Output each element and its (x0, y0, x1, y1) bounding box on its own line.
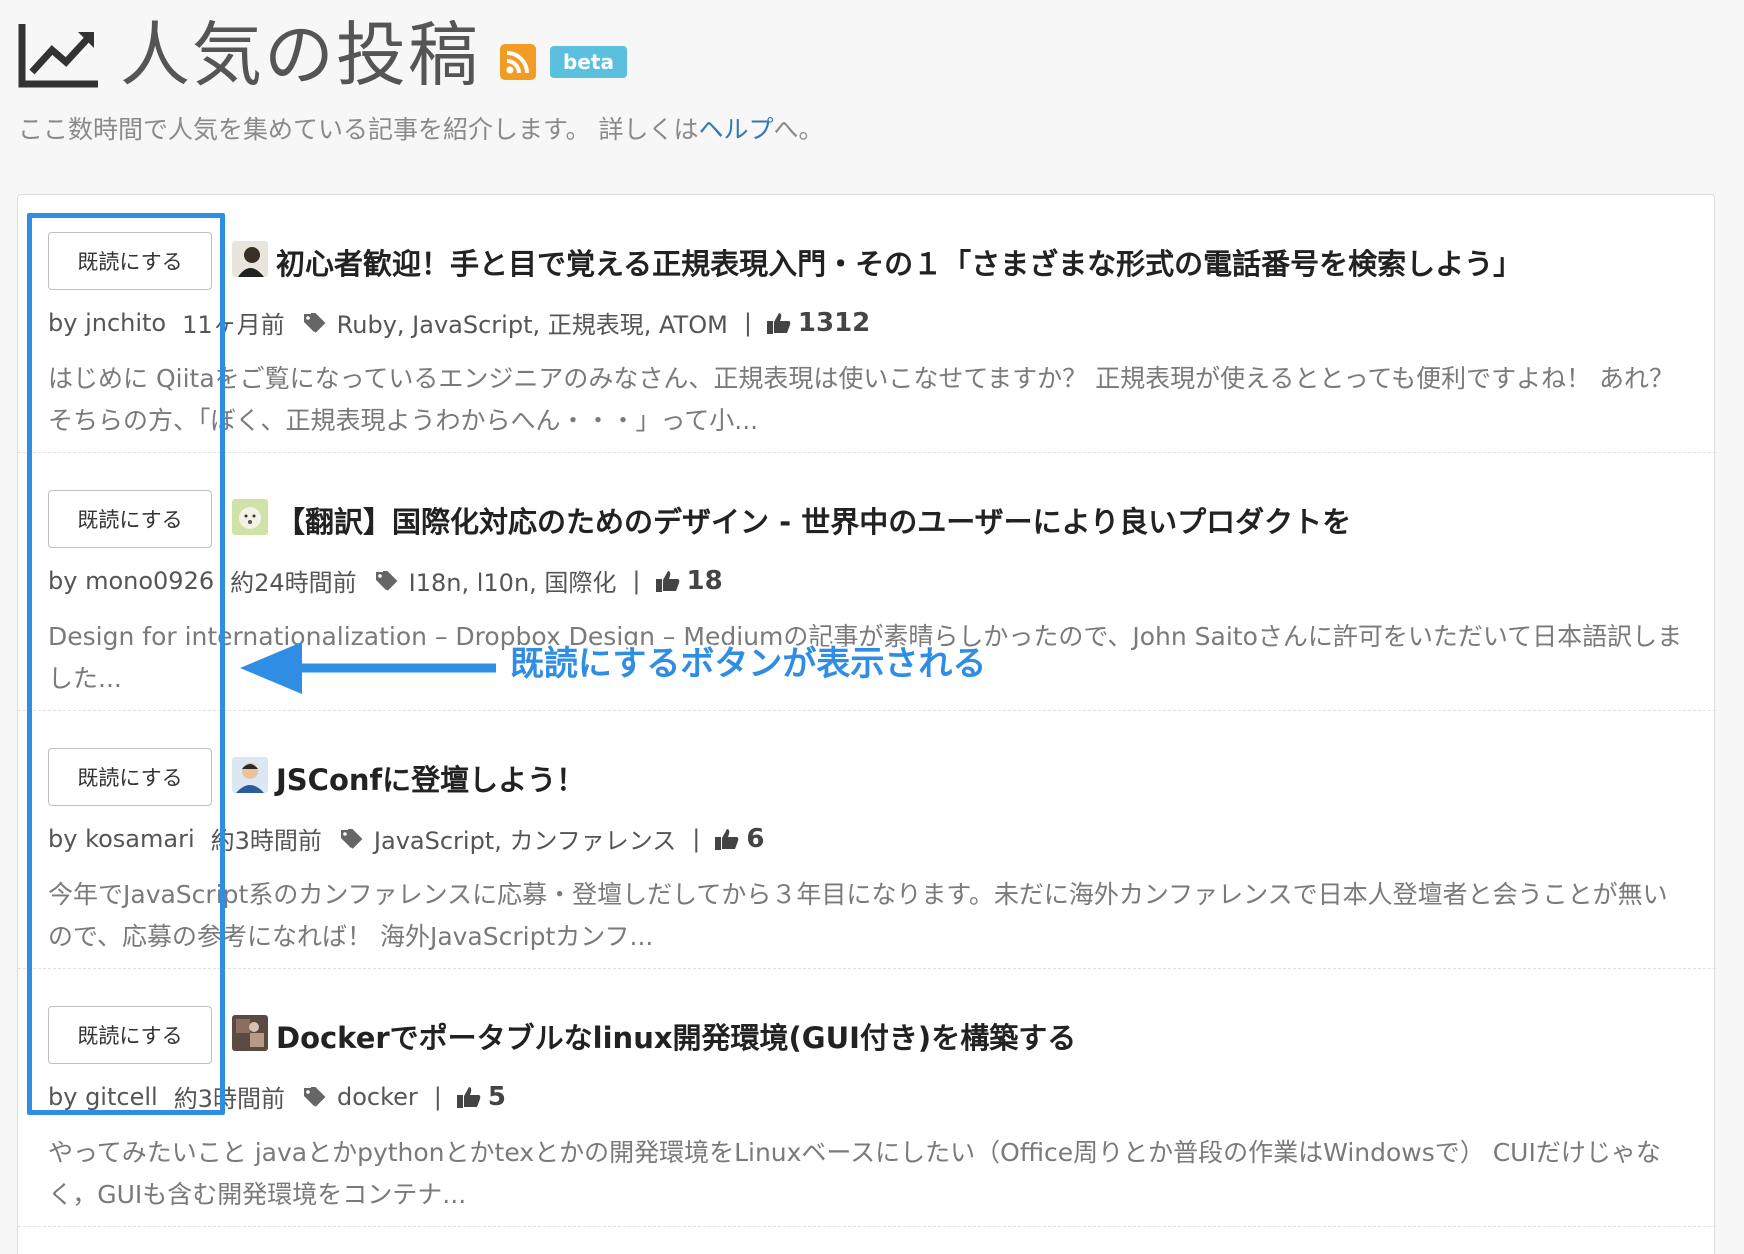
author-link[interactable]: by kosamari (48, 825, 195, 853)
rss-feed-icon[interactable] (500, 44, 536, 80)
like-count: 18 (686, 565, 723, 596)
annotation-callout: 既読にするボタンが表示される (510, 644, 987, 684)
item-excerpt: はじめに Qiitaをご覧になっているエンジニアのみなさん、正規表現は使いこなせ… (48, 364, 1675, 435)
list-item: 既読にする JSConfに登壇しよう！ by kosamari 約3時間前 Ja… (18, 711, 1716, 969)
tag-list[interactable]: Ruby, JavaScript, 正規表現, ATOM (337, 305, 728, 340)
thumbs-up-icon (715, 828, 739, 850)
separator: | (632, 566, 641, 595)
tag-list[interactable]: docker (337, 1083, 418, 1111)
page-subtitle: ここ数時間で人気を集めている記事を紹介します。 詳しくはヘルプへ。 (18, 110, 823, 146)
item-title-link[interactable]: Dockerでポータブルなlinux開発環境(GUI付き)を構築する (276, 1015, 1076, 1057)
mark-as-read-button[interactable]: 既読にする (48, 1006, 212, 1064)
page-title: 人気の投稿 (120, 14, 480, 96)
tag-list[interactable]: I18n, l10n, 国際化 (409, 563, 617, 598)
separator: | (692, 824, 701, 853)
author-link[interactable]: by mono0926 (48, 567, 214, 595)
item-title-link[interactable]: 【翻訳】国際化対応のためのデザイン - 世界中のユーザーにより良いプロダクトを (276, 499, 1351, 541)
item-meta: by mono0926 約24時間前 I18n, l10n, 国際化 | 18 (48, 563, 723, 598)
post-time: 11ヶ月前 (182, 311, 285, 339)
tag-icon (340, 828, 363, 849)
item-meta: by gitcell 約3時間前 docker | 5 (48, 1079, 506, 1114)
annotation-arrow-icon (240, 642, 496, 694)
subtitle-suffix: へ。 (773, 115, 824, 144)
tag-icon (303, 312, 326, 333)
avatar[interactable] (232, 499, 268, 535)
mark-as-read-button[interactable]: 既読にする (48, 232, 212, 290)
item-meta: by kosamari 約3時間前 JavaScript, カンファレンス | … (48, 821, 764, 856)
tag-icon (375, 570, 398, 591)
thumbs-up-icon (766, 312, 791, 334)
avatar[interactable] (232, 1015, 268, 1051)
like-count: 6 (746, 823, 765, 854)
item-meta: by jnchito 11ヶ月前 Ruby, JavaScript, 正規表現,… (48, 305, 870, 340)
separator: | (743, 308, 752, 337)
page-header: 人気の投稿 beta (18, 10, 627, 100)
tag-icon (303, 1086, 326, 1107)
popular-items-list: 既読にする 初心者歓迎！手と目で覚える正規表現入門・その１「さまざまな形式の電話… (17, 194, 1716, 1254)
post-time: 約3時間前 (210, 827, 322, 855)
like-count: 5 (487, 1081, 506, 1112)
subtitle-text: ここ数時間で人気を集めている記事を紹介します。 詳しくは (18, 115, 699, 144)
author-link[interactable]: by jnchito (48, 309, 166, 337)
trending-chart-icon (18, 24, 98, 88)
list-item: 既読にする 初心者歓迎！手と目で覚える正規表現入門・その１「さまざまな形式の電話… (18, 195, 1716, 453)
avatar[interactable] (232, 241, 268, 277)
post-time: 約24時間前 (230, 569, 357, 597)
list-item: 既読にする Dockerでポータブルなlinux開発環境(GUI付き)を構築する… (18, 969, 1716, 1227)
post-time: 約3時間前 (173, 1085, 285, 1113)
item-title-link[interactable]: 初心者歓迎！手と目で覚える正規表現入門・その１「さまざまな形式の電話番号を検索し… (276, 241, 1522, 283)
item-excerpt: 今年でJavaScript系のカンファレンスに応募・登壇しだしてから３年目になり… (48, 880, 1668, 951)
item-title-link[interactable]: JSConfに登壇しよう！ (276, 757, 585, 799)
item-excerpt: やってみたいこと javaとかpythonとかtexとかの開発環境をLinuxベ… (48, 1138, 1661, 1209)
mark-as-read-button[interactable]: 既読にする (48, 748, 212, 806)
beta-badge: beta (550, 46, 627, 78)
thumbs-up-icon (655, 570, 679, 592)
mark-as-read-button[interactable]: 既読にする (48, 490, 212, 548)
tag-list[interactable]: JavaScript, カンファレンス (374, 821, 676, 856)
help-link[interactable]: ヘルプ (698, 115, 773, 144)
separator: | (433, 1082, 442, 1111)
like-count: 1312 (797, 307, 871, 338)
thumbs-up-icon (456, 1086, 481, 1108)
avatar[interactable] (232, 757, 268, 793)
author-link[interactable]: by gitcell (48, 1083, 158, 1111)
